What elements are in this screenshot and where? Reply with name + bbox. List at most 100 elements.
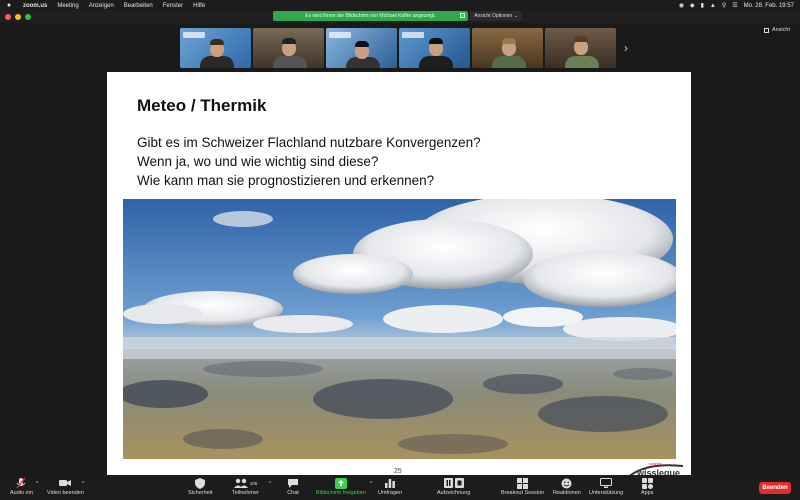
apps-label: Apps — [641, 490, 654, 496]
participant-video-4[interactable] — [399, 28, 470, 68]
wifi-icon[interactable]: ▲ — [710, 3, 716, 9]
recording-button[interactable]: Aufzeichnung — [437, 477, 470, 496]
slide-title: Meteo / Thermik — [137, 96, 267, 115]
participant-body — [273, 56, 307, 68]
participant-hair — [502, 38, 516, 44]
polls-button[interactable]: Umfragen — [378, 477, 402, 496]
participant-video-5[interactable] — [472, 28, 543, 68]
chat-bubble-icon — [287, 477, 299, 489]
share-screen-icon — [334, 477, 347, 489]
menu-anzeigen[interactable]: Anzeigen — [84, 3, 119, 9]
macos-menubar: ● zoom.us Meeting Anzeigen Bearbeiten Fe… — [0, 0, 800, 11]
audio-button[interactable]: Audio ein — [10, 477, 33, 496]
support-monitor-icon — [600, 477, 613, 489]
window-titlebar: Es wird Ihnen der Bildschirm von Michael… — [0, 11, 800, 23]
participant-body — [565, 56, 599, 68]
participant-body — [200, 56, 234, 68]
share-screen-button[interactable]: Bildschirm freigeben — [316, 477, 366, 496]
thumbnails-next-icon[interactable]: › — [624, 41, 628, 55]
slide-line: Gibt es im Schweizer Flachland nutzbare … — [137, 135, 481, 150]
security-button[interactable]: Sicherheit — [188, 477, 212, 496]
end-meeting-label: Beenden — [762, 485, 788, 491]
participants-icon: 105 — [233, 477, 258, 489]
zoom-status-icon[interactable]: ◉ — [679, 2, 684, 9]
video-camera-icon — [59, 477, 72, 489]
reactions-label: Reaktionen — [553, 490, 581, 496]
screen-share-banner-text: Es wird Ihnen der Bildschirm von Michael… — [305, 13, 436, 19]
battery-icon[interactable]: ▮ — [701, 2, 704, 9]
bar-chart-icon — [385, 477, 395, 489]
slide-questions: Gibt es im Schweizer Flachland nutzbare … — [137, 133, 481, 190]
minimize-window-icon[interactable] — [15, 14, 21, 20]
fullscreen-window-icon[interactable] — [25, 14, 31, 20]
video-button[interactable]: Video beenden — [47, 477, 84, 496]
chevron-down-icon: ⌄ — [512, 13, 518, 19]
pause-stop-recording-icon — [443, 477, 464, 489]
participant-hair — [210, 39, 224, 45]
menu-fenster[interactable]: Fenster — [158, 3, 188, 9]
share-options-caret-icon[interactable]: ^ — [370, 481, 372, 487]
participant-video-6[interactable] — [545, 28, 616, 68]
support-button[interactable]: Unterstützung — [589, 477, 623, 496]
participant-video-2[interactable] — [253, 28, 324, 68]
close-window-icon[interactable] — [5, 14, 11, 20]
microphone-muted-icon — [16, 477, 27, 489]
logo-tagline: soaring — [649, 461, 663, 466]
dropbox-icon[interactable]: ◆ — [690, 2, 695, 9]
view-options-label: Ansicht Optionen — [474, 13, 513, 19]
window-controls — [5, 14, 31, 20]
participants-label: Teilnehmer — [232, 490, 259, 496]
participant-thumbnails — [180, 28, 616, 68]
smiley-plus-icon — [561, 477, 573, 489]
participants-button[interactable]: 105 Teilnehmer — [232, 477, 259, 496]
menu-zoom[interactable]: zoom.us — [18, 3, 52, 9]
apps-icon — [641, 477, 653, 489]
menu-bearbeiten[interactable]: Bearbeiten — [119, 3, 158, 9]
participant-video-3-speaking[interactable] — [326, 28, 397, 68]
video-options-caret-icon[interactable]: ^ — [82, 481, 84, 487]
support-label: Unterstützung — [589, 490, 624, 496]
participants-count: 105 — [249, 480, 258, 486]
audio-options-caret-icon[interactable]: ^ — [36, 481, 38, 487]
view-options-button[interactable]: Ansicht Optionen ⌄ — [470, 11, 522, 21]
chat-label: Chat — [287, 490, 299, 496]
view-layout-label: Ansicht — [771, 27, 790, 33]
participants-options-caret-icon[interactable]: ^ — [269, 481, 271, 487]
apple-icon[interactable]: ● — [0, 2, 18, 9]
banner-close-icon[interactable]: × — [460, 13, 465, 18]
menubar-status: ◉ ◆ ▮ ▲ ⚲ ☰ Mo. 28. Feb. 19:57 — [679, 0, 794, 11]
participant-hair — [355, 41, 369, 47]
breakout-rooms-icon — [517, 477, 529, 489]
security-label: Sicherheit — [188, 490, 213, 496]
shield-icon — [195, 477, 206, 489]
sky-clouds-photo — [123, 199, 676, 459]
virtual-background-logo — [329, 32, 351, 38]
search-icon[interactable]: ⚲ — [722, 2, 726, 9]
menu-hilfe[interactable]: Hilfe — [188, 3, 210, 9]
participant-body — [492, 56, 526, 68]
slide-line: Wie kann man sie prognostizieren und erk… — [137, 173, 435, 188]
participant-hair — [429, 38, 443, 44]
control-center-icon[interactable]: ☰ — [732, 2, 737, 9]
polls-label: Umfragen — [378, 490, 403, 496]
menu-meeting[interactable]: Meeting — [52, 3, 83, 9]
audio-label: Audio ein — [10, 490, 33, 496]
apps-button[interactable]: Apps — [641, 477, 654, 496]
participant-video-1[interactable] — [180, 28, 251, 68]
share-screen-label: Bildschirm freigeben — [316, 490, 366, 496]
virtual-background-logo — [402, 32, 424, 38]
view-layout-button[interactable]: Ansicht — [763, 27, 790, 33]
breakout-button[interactable]: Breakout Session — [501, 477, 544, 496]
video-label: Video beenden — [47, 490, 84, 496]
menubar-clock[interactable]: Mo. 28. Feb. 19:57 — [744, 3, 794, 9]
participant-hair — [282, 38, 296, 44]
breakout-label: Breakout Session — [501, 490, 545, 496]
chat-button[interactable]: Chat — [287, 477, 299, 496]
grid-view-icon — [763, 27, 769, 33]
meeting-toolbar: Audio ein ^ Video beenden ^ Sicherheit 1… — [0, 475, 800, 500]
participant-body — [419, 56, 453, 68]
screen-share-banner: Es wird Ihnen der Bildschirm von Michael… — [273, 11, 468, 21]
end-meeting-button[interactable]: Beenden — [759, 482, 791, 494]
reactions-button[interactable]: Reaktionen — [553, 477, 581, 496]
participant-hair — [574, 36, 588, 42]
